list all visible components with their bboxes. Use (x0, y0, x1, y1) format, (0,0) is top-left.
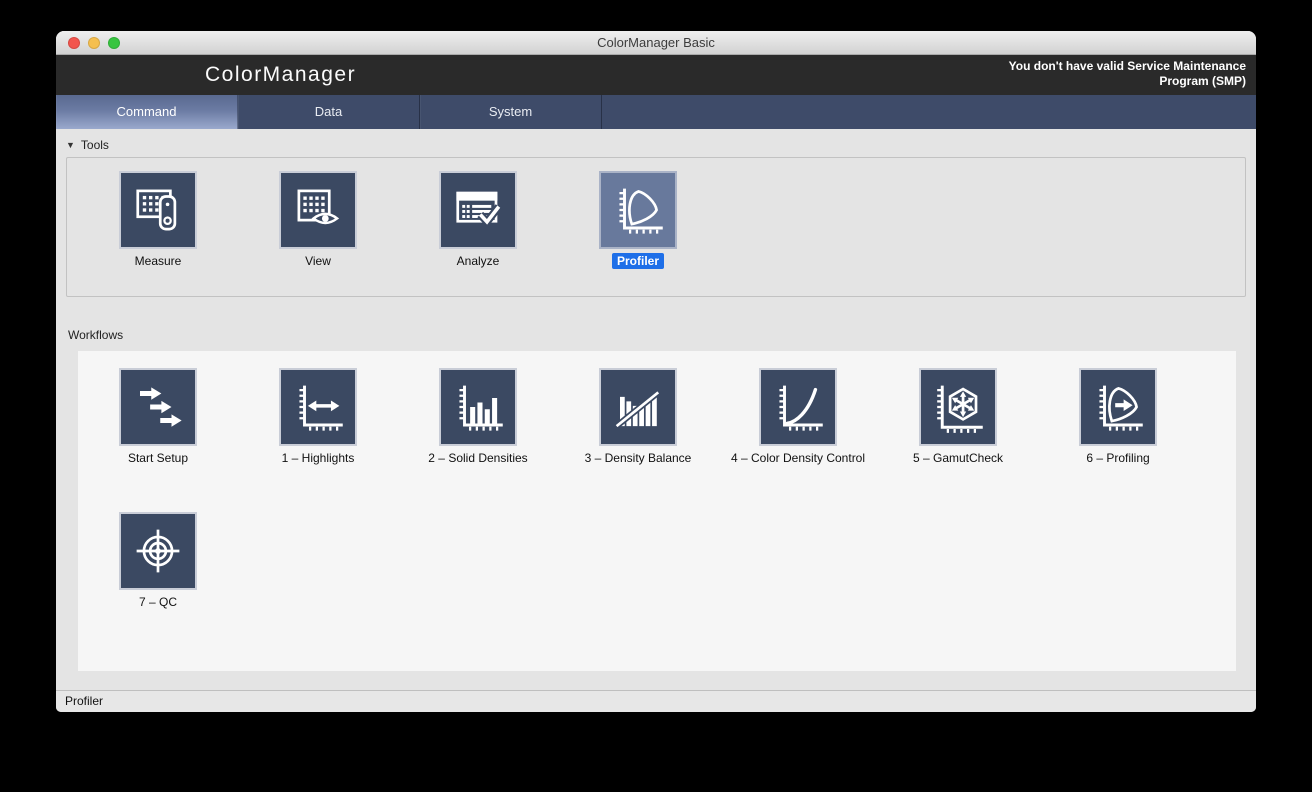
zoom-window-icon[interactable] (108, 37, 120, 49)
tool-label-view: View (305, 254, 331, 268)
collapse-triangle-icon[interactable]: ▼ (66, 140, 75, 150)
measure-icon (119, 171, 197, 249)
workflow-color-density-control[interactable]: 4 – Color Density Control (718, 368, 878, 465)
tab-system[interactable]: System (420, 95, 602, 129)
workflows-panel: Start Setup 1 – Highlights 2 – Solid Den… (78, 351, 1236, 671)
smp-warning-line2: Program (SMP) (1159, 74, 1246, 88)
command-page: ▼ Tools Measure View Analyze Profiler Wo… (56, 129, 1256, 690)
tool-view[interactable]: View (238, 171, 398, 296)
analyze-icon (439, 171, 517, 249)
tools-section-header[interactable]: ▼ Tools (66, 138, 109, 152)
window-titlebar[interactable]: ColorManager Basic (56, 31, 1256, 55)
start-setup-icon (119, 368, 197, 446)
window-title: ColorManager Basic (597, 35, 715, 50)
tab-data[interactable]: Data (238, 95, 420, 129)
workflow-label: 6 – Profiling (1086, 451, 1150, 465)
traffic-lights (68, 37, 120, 49)
workflow-label: 2 – Solid Densities (428, 451, 528, 465)
tool-measure[interactable]: Measure (78, 171, 238, 296)
workflows-row-1: Start Setup 1 – Highlights 2 – Solid Den… (78, 368, 1236, 465)
workflow-label: 7 – QC (138, 595, 177, 609)
density-balance-icon (599, 368, 677, 446)
tool-analyze[interactable]: Analyze (398, 171, 558, 296)
workflow-highlights[interactable]: 1 – Highlights (238, 368, 398, 465)
workflows-section-label: Workflows (68, 328, 124, 342)
solid-densities-icon (439, 368, 517, 446)
main-tab-bar: Command Data System (56, 95, 1256, 129)
workflows-row-2: 7 – QC (78, 512, 1236, 609)
app-window: ColorManager Basic ColorManager You don'… (56, 31, 1256, 712)
color-density-control-icon (759, 368, 837, 446)
tool-label-profiler: Profiler (611, 253, 664, 269)
profiling-icon (1079, 368, 1157, 446)
tab-command[interactable]: Command (56, 95, 238, 129)
workflow-gamutcheck[interactable]: 5 – GamutCheck (878, 368, 1038, 465)
workflow-profiling[interactable]: 6 – Profiling (1038, 368, 1198, 465)
qc-icon (119, 512, 197, 590)
tool-label-measure: Measure (134, 254, 182, 268)
workflow-label: 4 – Color Density Control (730, 451, 866, 465)
app-logo: ColorManager (205, 63, 357, 86)
smp-warning-line1: You don't have valid Service Maintenance (1008, 59, 1246, 73)
status-bar: Profiler (56, 690, 1256, 712)
tool-profiler[interactable]: Profiler (558, 171, 718, 296)
tools-section-label: Tools (80, 138, 109, 152)
tools-panel: Measure View Analyze Profiler (66, 157, 1246, 297)
minimize-window-icon[interactable] (88, 37, 100, 49)
workflow-qc[interactable]: 7 – QC (78, 512, 238, 609)
profiler-selected-label: Profiler (611, 253, 664, 269)
close-window-icon[interactable] (68, 37, 80, 49)
profiler-icon (599, 171, 677, 249)
workflow-label: 1 – Highlights (281, 451, 355, 465)
workflow-density-balance[interactable]: 3 – Density Balance (558, 368, 718, 465)
workflow-start-setup[interactable]: Start Setup (78, 368, 238, 465)
gamutcheck-icon (919, 368, 997, 446)
tool-label-analyze: Analyze (456, 254, 500, 268)
workflow-label: 5 – GamutCheck (912, 451, 1004, 465)
highlights-icon (279, 368, 357, 446)
view-icon (279, 171, 357, 249)
workflow-solid-densities[interactable]: 2 – Solid Densities (398, 368, 558, 465)
smp-warning: You don't have valid Service Maintenance… (1009, 59, 1246, 89)
workflow-label: 3 – Density Balance (584, 451, 692, 465)
status-text: Profiler (65, 694, 104, 708)
workflow-label: Start Setup (127, 451, 189, 465)
brand-header: ColorManager You don't have valid Servic… (56, 55, 1256, 95)
